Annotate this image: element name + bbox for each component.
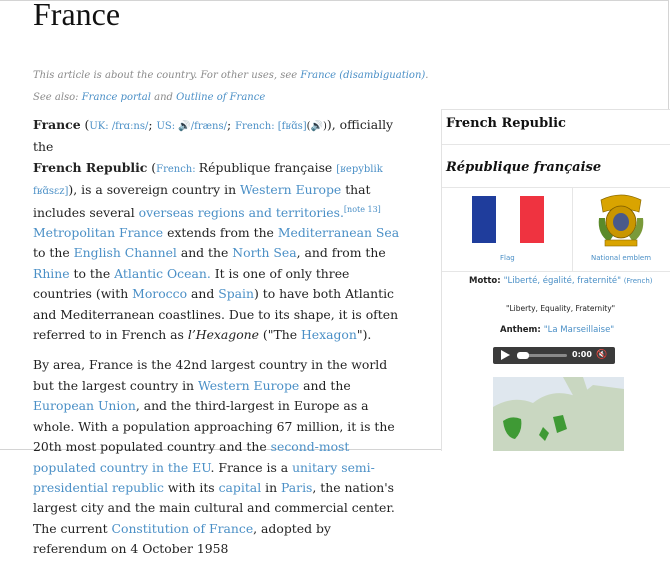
motto-label: Motto: (469, 276, 504, 286)
infobox-native-name: République française (446, 160, 602, 175)
uk-label-link[interactable]: UK: (89, 121, 111, 132)
spain-link[interactable]: Spain (218, 286, 254, 301)
morocco-link[interactable]: Morocco (132, 286, 187, 301)
north-sea-link[interactable]: North Sea (232, 245, 296, 260)
atlantic-ocean-link[interactable]: Atlantic Ocean. (114, 266, 211, 281)
text: , and from the (296, 245, 386, 261)
text: ; (148, 117, 157, 132)
location-map-image[interactable] (493, 377, 624, 451)
european-union-link[interactable]: European Union (33, 398, 136, 413)
footnote-note-13[interactable]: [note 13] (344, 205, 381, 214)
text: in (261, 479, 281, 495)
italic-hexagone: l’Hexagone (187, 327, 259, 343)
western-europe-link[interactable]: Western Europe (198, 378, 299, 393)
paragraph-area: By area, France is the 42nd largest coun… (33, 355, 403, 559)
flag-white-band (496, 196, 520, 243)
infobox-title: French Republic (446, 116, 566, 131)
divider (442, 271, 670, 272)
infobox: French Republic République française Fla… (441, 109, 670, 451)
overseas-regions-link[interactable]: overseas regions and territories. (139, 205, 344, 220)
text: ("The (258, 327, 301, 343)
divider (442, 187, 670, 188)
speaker-icon[interactable]: 🔊 (178, 121, 190, 132)
article-body: France ( UK: /frɑːns/; US: 🔊/fræns/; Fren… (33, 115, 403, 570)
text: ), is a sovereign country in (68, 182, 241, 198)
paris-link[interactable]: Paris (281, 480, 312, 495)
hexagon-link[interactable]: Hexagon (301, 327, 357, 342)
motto-translation: "Liberty, Equality, Fraternity" (506, 304, 616, 313)
western-europe-link[interactable]: Western Europe (240, 182, 341, 197)
text: . France is a (210, 459, 293, 475)
hatnote-see-also: See also: France portal and Outline of F… (33, 92, 265, 103)
text: to the (69, 265, 115, 281)
see-also-and: and (150, 92, 177, 103)
see-also-label: See also: (33, 92, 82, 103)
bold-french-republic: French Republic (33, 159, 148, 175)
text: and (187, 286, 219, 302)
text: extends from the (163, 225, 278, 241)
speaker-icon[interactable]: (🔊) (307, 121, 327, 132)
metropolitan-france-link[interactable]: Metropolitan France (33, 225, 163, 240)
text: République française (198, 159, 337, 175)
audio-time: 0:00 (572, 350, 592, 359)
play-icon[interactable] (501, 350, 510, 360)
mediterranean-sea-link[interactable]: Mediterranean Sea (278, 225, 399, 240)
rhine-link[interactable]: Rhine (33, 266, 70, 281)
france-portal-link[interactable]: France portal (82, 92, 151, 103)
french-label-link[interactable]: French: (235, 121, 278, 132)
text: with its (163, 479, 219, 495)
text: and the (299, 377, 351, 393)
uk-ipa-link[interactable]: /frɑːns/ (112, 121, 149, 132)
anthem-row: Anthem: "La Marseillaise" (500, 325, 614, 335)
french-label-link[interactable]: French: (156, 164, 199, 175)
flag-blue-band (472, 196, 496, 243)
text: ( (147, 159, 157, 175)
disambiguation-link[interactable]: France (disambiguation) (300, 70, 425, 81)
motto-language-link[interactable]: (French) (624, 277, 653, 285)
outline-of-france-link[interactable]: Outline of France (176, 92, 265, 103)
divider (442, 144, 670, 145)
page-title: France (33, 0, 121, 32)
text: and the (176, 245, 233, 261)
flag-red-band (520, 196, 544, 243)
motto-row: Motto: "Liberté, égalité, fraternité" (F… (469, 276, 653, 286)
anthem-link[interactable]: "La Marseillaise" (544, 325, 614, 335)
flag-image[interactable] (472, 196, 544, 243)
text: "). (356, 327, 372, 343)
bold-france: France (33, 117, 81, 132)
capital-link[interactable]: capital (219, 480, 262, 495)
flag-caption-link[interactable]: Flag (500, 254, 515, 262)
audio-progress-handle[interactable] (517, 352, 529, 359)
us-ipa-link[interactable]: /fræns/ (191, 121, 227, 132)
hatnote-text: This article is about the country. For o… (33, 70, 301, 81)
motto-link[interactable]: "Liberté, égalité, fraternité" (504, 276, 621, 286)
text: ; (226, 117, 236, 132)
mute-icon[interactable]: 🔇 (596, 350, 607, 360)
anthem-audio-player: 0:00 🔇 (493, 347, 615, 364)
hatnote-end: . (425, 70, 429, 81)
national-emblem-image[interactable] (595, 192, 647, 248)
text: to the (33, 245, 74, 261)
us-label-link[interactable]: US: (157, 121, 179, 132)
hatnote-disambiguation: This article is about the country. For o… (33, 70, 428, 81)
emblem-caption-link[interactable]: National emblem (591, 254, 651, 262)
english-channel-link[interactable]: English Channel (74, 245, 177, 260)
anthem-label: Anthem: (500, 325, 544, 335)
constitution-link[interactable]: Constitution of France (112, 521, 254, 536)
paragraph-intro: France ( UK: /frɑːns/; US: 🔊/fræns/; Fren… (33, 115, 403, 345)
divider (572, 187, 573, 272)
french-ipa-link[interactable]: [fʁɑ̃s] (278, 121, 307, 132)
